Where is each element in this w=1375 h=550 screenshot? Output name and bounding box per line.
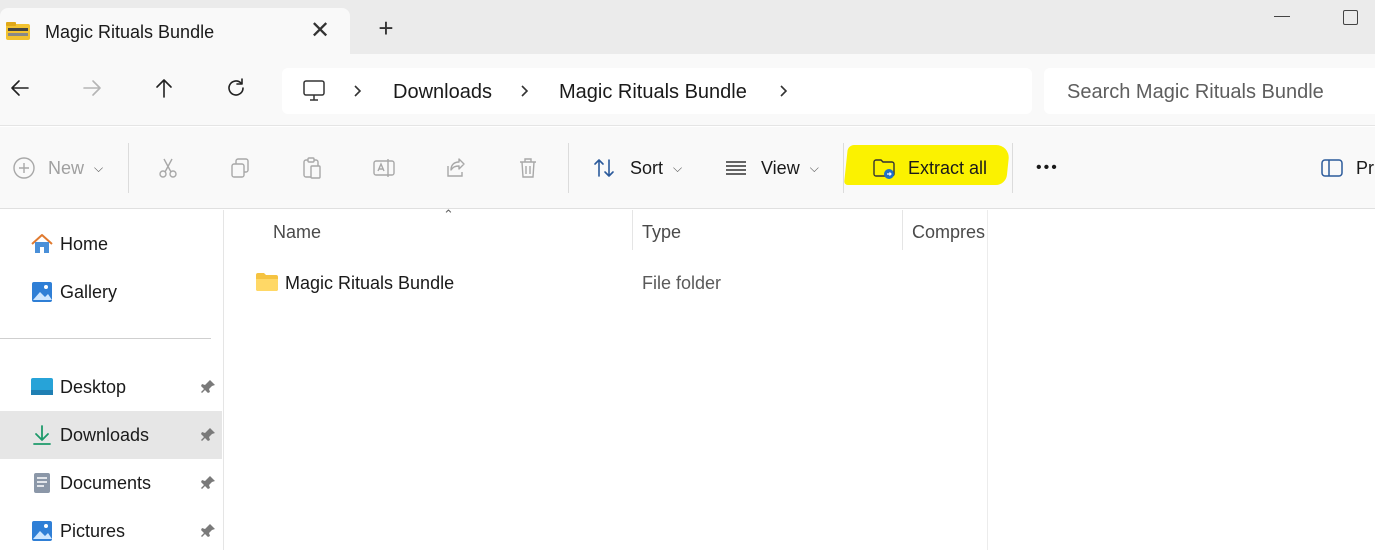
downloads-icon bbox=[33, 425, 51, 445]
sidebar-item-label: Desktop bbox=[60, 377, 127, 397]
arrow-up-icon bbox=[156, 79, 172, 98]
column-header-name[interactable]: Name bbox=[273, 222, 321, 243]
minimize-button[interactable] bbox=[1272, 4, 1292, 24]
view-label: View bbox=[761, 157, 800, 178]
preview-label: Pr bbox=[1356, 157, 1374, 178]
divider bbox=[128, 143, 129, 193]
back-button[interactable] bbox=[8, 76, 38, 106]
refresh-button[interactable] bbox=[224, 76, 254, 106]
pin-icon[interactable] bbox=[200, 475, 216, 491]
desktop-icon bbox=[31, 378, 53, 395]
copy-icon bbox=[231, 158, 249, 178]
column-header-compressed-size[interactable]: Compres bbox=[912, 222, 986, 243]
tab-title: Magic Rituals Bundle bbox=[45, 22, 215, 42]
sort-label: Sort bbox=[630, 157, 664, 178]
forward-button[interactable] bbox=[80, 76, 110, 106]
sidebar-item-downloads[interactable]: Downloads bbox=[0, 411, 222, 459]
sidebar-item-label: Downloads bbox=[60, 425, 150, 445]
new-label: New bbox=[48, 157, 85, 178]
paste-button[interactable] bbox=[300, 153, 324, 183]
share-button[interactable] bbox=[444, 153, 468, 183]
plus-circle-icon bbox=[13, 157, 35, 179]
pin-icon[interactable] bbox=[200, 427, 216, 443]
divider bbox=[0, 338, 211, 339]
preview-pane-icon bbox=[1321, 159, 1343, 177]
chevron-right-icon[interactable] bbox=[776, 81, 792, 101]
command-bar: New ⌵ Sort ⌵ View ⌵ Extract all ••• Pr bbox=[0, 127, 1375, 209]
chevron-down-icon: ⌵ bbox=[809, 160, 819, 175]
arrow-left-icon bbox=[11, 80, 29, 96]
gallery-icon bbox=[32, 282, 52, 302]
chevron-down-icon: ⌵ bbox=[673, 160, 683, 175]
extract-folder-icon bbox=[873, 159, 895, 179]
navigation-bar: Downloads Magic Rituals Bundle Search Ma… bbox=[0, 54, 1375, 126]
column-divider[interactable] bbox=[632, 210, 633, 250]
close-tab-icon[interactable]: ✕ bbox=[308, 16, 332, 44]
folder-icon bbox=[256, 273, 278, 291]
chevron-right-icon[interactable] bbox=[350, 81, 366, 101]
refresh-icon bbox=[228, 78, 244, 96]
view-button[interactable]: View ⌵ bbox=[724, 153, 819, 183]
this-pc-icon[interactable] bbox=[302, 80, 326, 102]
extract-all-label: Extract all bbox=[908, 157, 988, 178]
column-divider[interactable] bbox=[902, 210, 903, 250]
sidebar-item-label: Home bbox=[60, 234, 109, 254]
sidebar-item-pictures[interactable]: Pictures bbox=[0, 507, 222, 550]
new-button[interactable]: New ⌵ bbox=[12, 153, 103, 183]
address-bar[interactable]: Downloads Magic Rituals Bundle bbox=[282, 68, 1032, 114]
title-bar: Magic Rituals Bundle ✕ + bbox=[0, 0, 1375, 54]
sidebar-item-documents[interactable]: Documents bbox=[0, 459, 222, 507]
column-header-type[interactable]: Type bbox=[642, 222, 681, 243]
pin-icon[interactable] bbox=[200, 379, 216, 395]
arrow-right-icon bbox=[83, 80, 101, 96]
rename-button[interactable] bbox=[372, 153, 396, 183]
new-tab-button[interactable]: + bbox=[372, 12, 400, 44]
pictures-icon bbox=[32, 521, 52, 541]
clipboard-icon bbox=[303, 157, 321, 179]
sidebar-item-home[interactable]: Home bbox=[0, 220, 222, 268]
zip-folder-icon bbox=[6, 22, 30, 40]
view-list-icon bbox=[726, 161, 746, 175]
rename-icon bbox=[373, 159, 395, 177]
divider bbox=[1012, 143, 1013, 193]
search-input[interactable]: Search Magic Rituals Bundle bbox=[1067, 81, 1324, 104]
sidebar-item-desktop[interactable]: Desktop bbox=[0, 363, 222, 411]
delete-button[interactable] bbox=[516, 153, 540, 183]
sidebar-item-gallery[interactable]: Gallery bbox=[0, 268, 222, 316]
breadcrumb-downloads[interactable]: Downloads bbox=[393, 81, 492, 104]
navigation-pane: Home Gallery Desktop Downloads Documents… bbox=[0, 210, 224, 550]
documents-icon bbox=[34, 473, 50, 493]
file-name: Magic Rituals Bundle bbox=[285, 273, 455, 293]
sidebar-item-label: Gallery bbox=[60, 282, 118, 302]
maximize-button[interactable] bbox=[1343, 10, 1358, 25]
copy-button[interactable] bbox=[228, 153, 252, 183]
sidebar-item-label: Pictures bbox=[60, 521, 126, 541]
pin-icon[interactable] bbox=[200, 523, 216, 539]
divider bbox=[568, 143, 569, 193]
share-icon bbox=[447, 158, 465, 177]
search-box[interactable]: Search Magic Rituals Bundle bbox=[1044, 68, 1375, 114]
cut-button[interactable] bbox=[156, 153, 180, 183]
sidebar-item-label: Documents bbox=[60, 473, 152, 493]
file-list: ⌃ Name Type Compres Magic Rituals Bundle… bbox=[225, 207, 1375, 550]
trash-icon bbox=[520, 158, 536, 178]
column-edge bbox=[987, 210, 988, 550]
up-button[interactable] bbox=[152, 76, 182, 106]
more-options-button[interactable]: ••• bbox=[1036, 153, 1059, 183]
extract-all-button[interactable]: Extract all bbox=[872, 153, 987, 183]
sort-icon bbox=[594, 159, 614, 177]
chevron-down-icon: ⌵ bbox=[94, 160, 104, 175]
chevron-right-icon[interactable] bbox=[517, 81, 533, 101]
scissors-icon bbox=[159, 158, 177, 178]
home-icon bbox=[31, 234, 53, 253]
preview-pane-button[interactable]: Pr bbox=[1320, 153, 1374, 183]
sort-ascending-icon: ⌃ bbox=[443, 207, 454, 222]
sort-button[interactable]: Sort ⌵ bbox=[592, 153, 682, 183]
divider bbox=[843, 143, 844, 193]
breadcrumb-magic-rituals-bundle[interactable]: Magic Rituals Bundle bbox=[559, 81, 747, 104]
tab-magic-rituals-bundle[interactable]: Magic Rituals Bundle ✕ bbox=[0, 8, 350, 54]
file-type: File folder bbox=[642, 273, 722, 293]
